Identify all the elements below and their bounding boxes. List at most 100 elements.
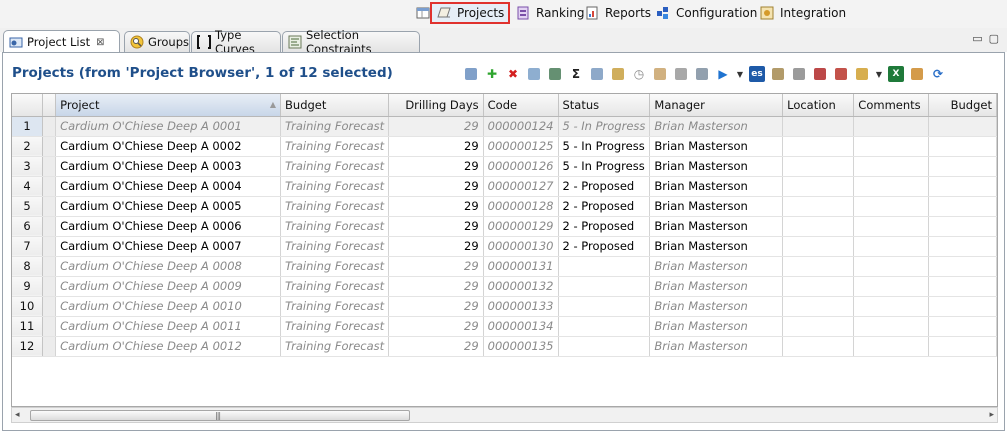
cell-budget[interactable]: Training Forecast	[280, 156, 390, 177]
cell-comments[interactable]	[853, 116, 930, 137]
cell-budget[interactable]: Training Forecast	[280, 136, 390, 157]
table-row[interactable]: 9 Cardium O'Chiese Deep A 0009 Training Fo…	[12, 276, 997, 297]
cell-location[interactable]	[782, 256, 855, 277]
cell-code[interactable]: 000000134	[483, 316, 559, 337]
column-header-rownum[interactable]	[12, 94, 43, 117]
row-number[interactable]: 9	[12, 276, 43, 297]
table-row[interactable]: 7 Cardium O'Chiese Deep A 0007 Training Fo…	[12, 236, 997, 257]
row-indicator[interactable]	[42, 236, 57, 257]
row-number[interactable]: 10	[12, 296, 43, 317]
cell-code[interactable]: 000000131	[483, 256, 559, 277]
cell-days[interactable]: 29	[388, 116, 484, 137]
table-row[interactable]: 10 Cardium O'Chiese Deep A 0010 Training F…	[12, 296, 997, 317]
table-row[interactable]: 6 Cardium O'Chiese Deep A 0006 Training Fo…	[12, 216, 997, 237]
row-number[interactable]: 1	[12, 116, 43, 137]
cell-code[interactable]: 000000127	[483, 176, 559, 197]
cell-project[interactable]: Cardium O'Chiese Deep A 0012	[55, 336, 282, 357]
row-indicator[interactable]	[42, 336, 57, 357]
row-number[interactable]: 11	[12, 316, 43, 337]
cell-manager[interactable]: Brian Masterson	[649, 256, 784, 277]
excel-icon[interactable]: X	[888, 66, 904, 82]
table-row[interactable]: 11 Cardium O'Chiese Deep A 0011 Training F…	[12, 316, 997, 337]
row-number[interactable]: 5	[12, 196, 43, 217]
cell-budget-2[interactable]	[928, 156, 997, 177]
refresh-projects-icon[interactable]	[463, 66, 479, 82]
row-number[interactable]: 4	[12, 176, 43, 197]
row-number[interactable]: 2	[12, 136, 43, 157]
cell-code[interactable]: 000000126	[483, 156, 559, 177]
cell-comments[interactable]	[853, 196, 930, 217]
cell-location[interactable]	[782, 316, 855, 337]
merge-icon[interactable]	[589, 66, 605, 82]
cell-budget[interactable]: Training Forecast	[280, 116, 390, 137]
cell-budget[interactable]: Training Forecast	[280, 316, 390, 337]
column-header-budget[interactable]: Budget	[280, 94, 390, 117]
cell-manager[interactable]: Brian Masterson	[649, 216, 784, 237]
cell-project[interactable]: Cardium O'Chiese Deep A 0005	[55, 196, 282, 217]
cell-manager[interactable]: Brian Masterson	[649, 196, 784, 217]
cell-location[interactable]	[782, 196, 855, 217]
column-header-drilling-days[interactable]: Drilling Days	[388, 94, 484, 117]
row-indicator[interactable]	[42, 276, 57, 297]
cell-status[interactable]: 5 - In Progress	[558, 156, 651, 177]
cell-days[interactable]: 29	[388, 316, 484, 337]
table-icon[interactable]	[909, 66, 925, 82]
row-number[interactable]: 8	[12, 256, 43, 277]
cell-code[interactable]: 000000130	[483, 236, 559, 257]
palette-icon[interactable]	[833, 66, 849, 82]
cell-comments[interactable]	[853, 216, 930, 237]
table-row[interactable]: 12 Cardium O'Chiese Deep A 0012 Training F…	[12, 336, 997, 357]
cell-manager[interactable]: Brian Masterson	[649, 236, 784, 257]
cell-project[interactable]: Cardium O'Chiese Deep A 0001	[55, 116, 282, 137]
cell-project[interactable]: Cardium O'Chiese Deep A 0008	[55, 256, 282, 277]
cell-budget[interactable]: Training Forecast	[280, 236, 390, 257]
clock-icon[interactable]: ◷	[631, 66, 647, 82]
cell-project[interactable]: Cardium O'Chiese Deep A 0003	[55, 156, 282, 177]
cell-location[interactable]	[782, 336, 855, 357]
close-tab-icon[interactable]: ⊠	[96, 37, 104, 48]
cell-project[interactable]: Cardium O'Chiese Deep A 0009	[55, 276, 282, 297]
row-indicator[interactable]	[42, 136, 57, 157]
list-icon[interactable]	[673, 66, 689, 82]
cell-manager[interactable]: Brian Masterson	[649, 176, 784, 197]
cell-manager[interactable]: Brian Masterson	[649, 296, 784, 317]
cell-comments[interactable]	[853, 296, 930, 317]
cell-code[interactable]: 000000128	[483, 196, 559, 217]
table-row[interactable]: 1 Cardium O'Chiese Deep A 0001 Training Fo…	[12, 116, 997, 137]
maximize-icon[interactable]: ▢	[989, 32, 999, 45]
cell-project[interactable]: Cardium O'Chiese Deep A 0004	[55, 176, 282, 197]
cell-comments[interactable]	[853, 236, 930, 257]
table-row[interactable]: 8 Cardium O'Chiese Deep A 0008 Training Fo…	[12, 256, 997, 277]
cell-budget-2[interactable]	[928, 316, 997, 337]
cell-status[interactable]: 5 - In Progress	[558, 116, 651, 137]
cell-comments[interactable]	[853, 156, 930, 177]
row-indicator[interactable]	[42, 116, 57, 137]
cell-location[interactable]	[782, 236, 855, 257]
cell-status[interactable]	[558, 276, 651, 297]
cell-manager[interactable]: Brian Masterson	[649, 336, 784, 357]
cell-manager[interactable]: Brian Masterson	[649, 116, 784, 137]
table-row[interactable]: 5 Cardium O'Chiese Deep A 0005 Training Fo…	[12, 196, 997, 217]
cell-project[interactable]: Cardium O'Chiese Deep A 0006	[55, 216, 282, 237]
column-header-comments[interactable]: Comments	[853, 94, 930, 117]
cell-project[interactable]: Cardium O'Chiese Deep A 0007	[55, 236, 282, 257]
transfer-icon[interactable]	[694, 66, 710, 82]
cell-days[interactable]: 29	[388, 176, 484, 197]
horizontal-scrollbar[interactable]: ◂ ||| ▸	[11, 407, 998, 423]
column-header-status[interactable]: Status	[558, 94, 651, 117]
cell-code[interactable]: 000000133	[483, 296, 559, 317]
cell-comments[interactable]	[853, 136, 930, 157]
cell-code[interactable]: 000000125	[483, 136, 559, 157]
delete-icon[interactable]: ✖	[505, 66, 521, 82]
cell-budget[interactable]: Training Forecast	[280, 256, 390, 277]
cell-location[interactable]	[782, 116, 855, 137]
cell-location[interactable]	[782, 176, 855, 197]
cell-budget[interactable]: Training Forecast	[280, 176, 390, 197]
cell-budget-2[interactable]	[928, 256, 997, 277]
cell-status[interactable]: 5 - In Progress	[558, 136, 651, 157]
cell-comments[interactable]	[853, 256, 930, 277]
cell-days[interactable]: 29	[388, 136, 484, 157]
cell-days[interactable]: 29	[388, 216, 484, 237]
cell-location[interactable]	[782, 296, 855, 317]
row-indicator[interactable]	[42, 316, 57, 337]
